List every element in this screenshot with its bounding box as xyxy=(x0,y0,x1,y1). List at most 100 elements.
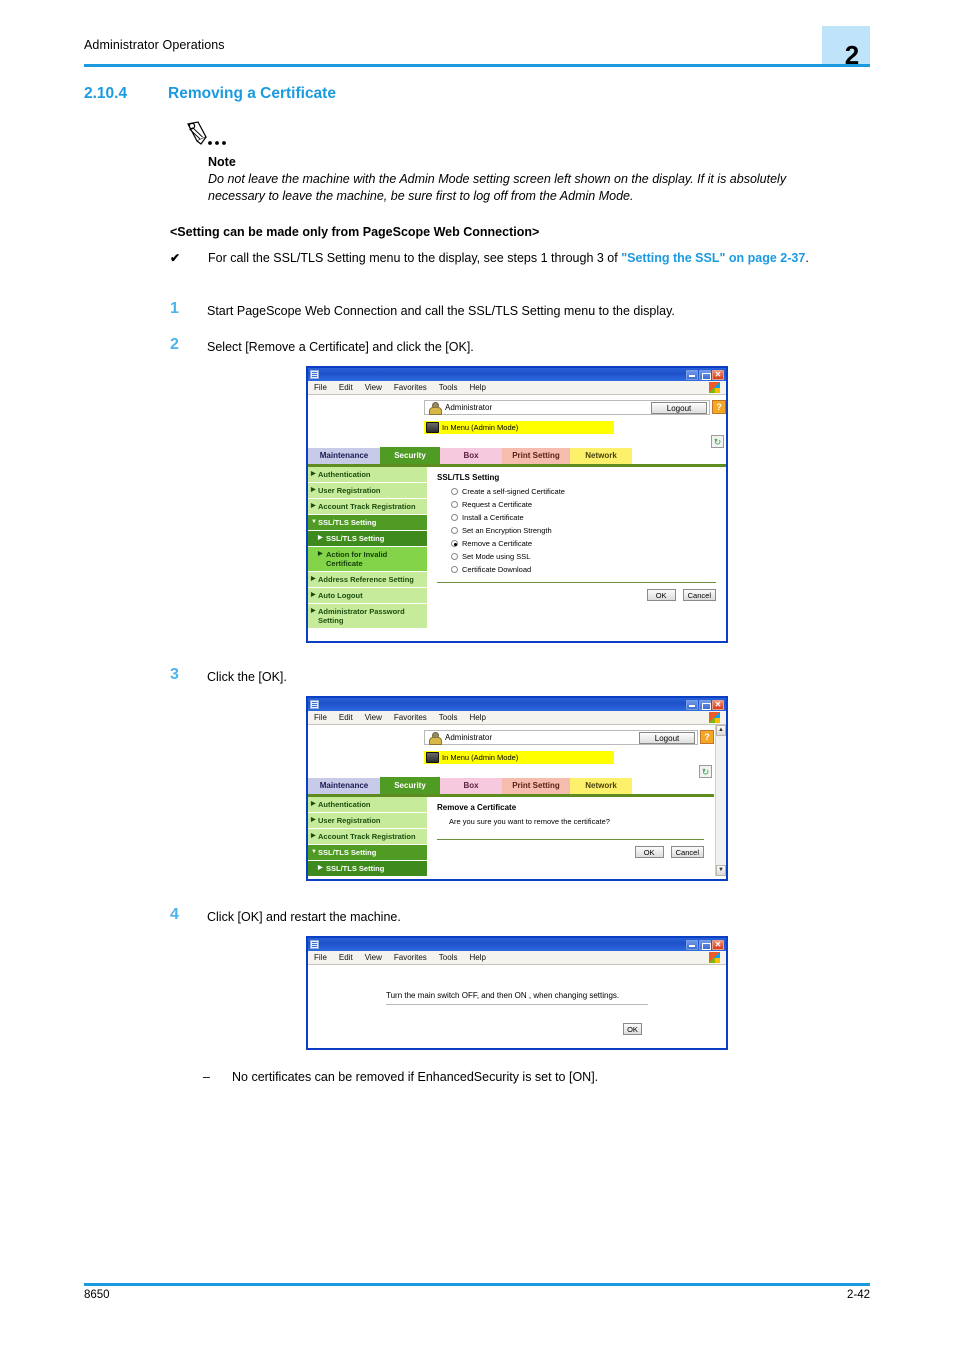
menu-favorites[interactable]: Favorites xyxy=(394,953,427,962)
radio-icon xyxy=(451,553,458,560)
sidebar-item-user-registration[interactable]: ▶ User Registration xyxy=(308,813,427,829)
sidebar-item-label: Account Track Registration xyxy=(318,832,416,841)
admin-label: Administrator xyxy=(445,733,493,742)
logout-button[interactable]: Logout xyxy=(651,401,707,414)
minimize-button-icon[interactable] xyxy=(686,369,698,380)
sidebar-item-user-registration[interactable]: ▶ User Registration xyxy=(308,483,427,499)
sidebar-item-label: Authentication xyxy=(318,800,371,809)
windows-flag-icon xyxy=(709,952,720,963)
menu-tools[interactable]: Tools xyxy=(439,383,458,392)
panel-title: Remove a Certificate xyxy=(437,803,517,812)
menu-tools[interactable]: Tools xyxy=(439,713,458,722)
maximize-button-icon[interactable] xyxy=(699,699,711,710)
menu-help[interactable]: Help xyxy=(469,953,485,962)
sidebar-item-label: SSL/TLS Setting xyxy=(318,518,377,527)
sidebar-subitem-ssl-tls-setting[interactable]: ▶ SSL/TLS Setting xyxy=(308,861,427,877)
maximize-button-icon[interactable] xyxy=(699,369,711,380)
menu-view[interactable]: View xyxy=(365,713,382,722)
tab-maintenance[interactable]: Maintenance xyxy=(308,778,380,794)
sidebar-item-label: Administrator Password Setting xyxy=(318,607,405,625)
menu-help[interactable]: Help xyxy=(469,383,485,392)
pagescope-header: Administrator Logout ? In Menu (Admin Mo… xyxy=(308,725,714,778)
tab-security[interactable]: Security xyxy=(380,777,440,794)
scroll-down-button[interactable]: ▼ xyxy=(716,865,726,876)
menu-edit[interactable]: Edit xyxy=(339,953,353,962)
tab-network[interactable]: Network xyxy=(570,778,632,794)
tab-network[interactable]: Network xyxy=(570,448,632,464)
cancel-button[interactable]: Cancel xyxy=(682,589,716,601)
sidebar-subitem-ssl-tls-setting[interactable]: ▶ SSL/TLS Setting xyxy=(308,531,427,547)
sidebar-subitem-action-for-invalid-certificate[interactable]: ▶ Action for Invalid Certificate xyxy=(308,547,427,572)
step-number-4: 4 xyxy=(170,906,179,923)
menu-help[interactable]: Help xyxy=(469,713,485,722)
menu-view[interactable]: View xyxy=(365,953,382,962)
subheading: <Setting can be made only from PageScope… xyxy=(170,225,540,239)
minimize-button-icon[interactable] xyxy=(686,939,698,950)
close-button-icon[interactable]: ✕ xyxy=(712,939,724,950)
radio-icon xyxy=(451,501,458,508)
menu-tools[interactable]: Tools xyxy=(439,953,458,962)
tab-print-setting[interactable]: Print Setting xyxy=(502,448,570,464)
sidebar-item-administrator-password-setting[interactable]: ▶ Administrator Password Setting xyxy=(308,604,427,629)
note-body: Do not leave the machine with the Admin … xyxy=(208,172,787,203)
help-button[interactable]: ? xyxy=(700,730,714,744)
sidebar-item-authentication[interactable]: ▶ Authentication xyxy=(308,467,427,483)
menu-favorites[interactable]: Favorites xyxy=(394,713,427,722)
tab-box[interactable]: Box xyxy=(440,778,502,794)
radio-set-an-encryption-strength[interactable]: Set an Encryption Strength xyxy=(451,526,716,535)
radio-label: Install a Certificate xyxy=(462,513,524,522)
cancel-button[interactable]: Cancel xyxy=(670,846,704,858)
refresh-icon[interactable]: ↻ xyxy=(711,435,724,448)
sidebar-item-account-track-registration[interactable]: ▶ Account Track Registration xyxy=(308,499,427,515)
menu-file[interactable]: File xyxy=(314,383,327,392)
refresh-icon[interactable]: ↻ xyxy=(699,765,712,778)
radio-set-mode-using-ssl[interactable]: Set Mode using SSL xyxy=(451,552,716,561)
logout-button[interactable]: Logout xyxy=(639,731,695,744)
tab-box[interactable]: Box xyxy=(440,448,502,464)
help-button[interactable]: ? xyxy=(712,400,726,414)
ok-button[interactable]: OK xyxy=(623,1023,642,1035)
sidebar-item-label: User Registration xyxy=(318,486,381,495)
vertical-scrollbar[interactable]: ▲ ▼ xyxy=(715,725,726,876)
ok-button[interactable]: OK xyxy=(646,589,676,601)
maximize-button-icon[interactable] xyxy=(699,939,711,950)
close-button-icon[interactable]: ✕ xyxy=(712,699,724,710)
sidebar-item-account-track-registration[interactable]: ▶ Account Track Registration xyxy=(308,829,427,845)
menu-edit[interactable]: Edit xyxy=(339,713,353,722)
dialog-divider xyxy=(386,1004,648,1005)
menu-edit[interactable]: Edit xyxy=(339,383,353,392)
step-text-4: Click [OK] and restart the machine. xyxy=(207,910,401,924)
minimize-button-icon[interactable] xyxy=(686,699,698,710)
tab-maintenance[interactable]: Maintenance xyxy=(308,448,380,464)
menu-favorites[interactable]: Favorites xyxy=(394,383,427,392)
sidebar-item-authentication[interactable]: ▶ Authentication xyxy=(308,797,427,813)
tab-security[interactable]: Security xyxy=(380,447,440,464)
cross-reference-link[interactable]: "Setting the SSL" on page 2-37 xyxy=(621,251,805,265)
mode-banner: In Menu (Admin Mode) xyxy=(424,421,614,434)
sidebar-item-label: User Registration xyxy=(318,816,381,825)
panel-button-row: OK Cancel xyxy=(437,589,716,601)
chevron-right-icon: ▶ xyxy=(318,865,323,871)
ok-button[interactable]: OK xyxy=(634,846,664,858)
window-controls: ✕ xyxy=(686,699,724,710)
pagescope-content: ▶ Authentication ▶ User Registration ▶ A… xyxy=(308,467,726,638)
radio-remove-a-certificate[interactable]: Remove a Certificate xyxy=(451,539,716,548)
menu-file[interactable]: File xyxy=(314,953,327,962)
radio-request-a-certificate[interactable]: Request a Certificate xyxy=(451,500,716,509)
sidebar-item-ssl-tls-setting[interactable]: ▼ SSL/TLS Setting xyxy=(308,515,427,531)
radio-create-self-signed-certificate[interactable]: Create a self-signed Certificate xyxy=(451,487,716,496)
radio-install-a-certificate[interactable]: Install a Certificate xyxy=(451,513,716,522)
tab-print-setting[interactable]: Print Setting xyxy=(502,778,570,794)
step-text-2: Select [Remove a Certificate] and click … xyxy=(207,340,474,354)
sidebar-item-ssl-tls-setting[interactable]: ▼ SSL/TLS Setting xyxy=(308,845,427,861)
close-button-icon[interactable]: ✕ xyxy=(712,369,724,380)
radio-certificate-download[interactable]: Certificate Download xyxy=(451,565,716,574)
window-app-icon xyxy=(310,700,319,709)
sidebar-item-auto-logout[interactable]: ▶ Auto Logout xyxy=(308,588,427,604)
sidebar-item-address-reference-setting[interactable]: ▶ Address Reference Setting xyxy=(308,572,427,588)
chevron-down-icon: ▼ xyxy=(311,519,317,525)
sidebar-item-label: Authentication xyxy=(318,470,371,479)
menu-view[interactable]: View xyxy=(365,383,382,392)
menu-file[interactable]: File xyxy=(314,713,327,722)
scroll-up-button[interactable]: ▲ xyxy=(716,725,726,736)
